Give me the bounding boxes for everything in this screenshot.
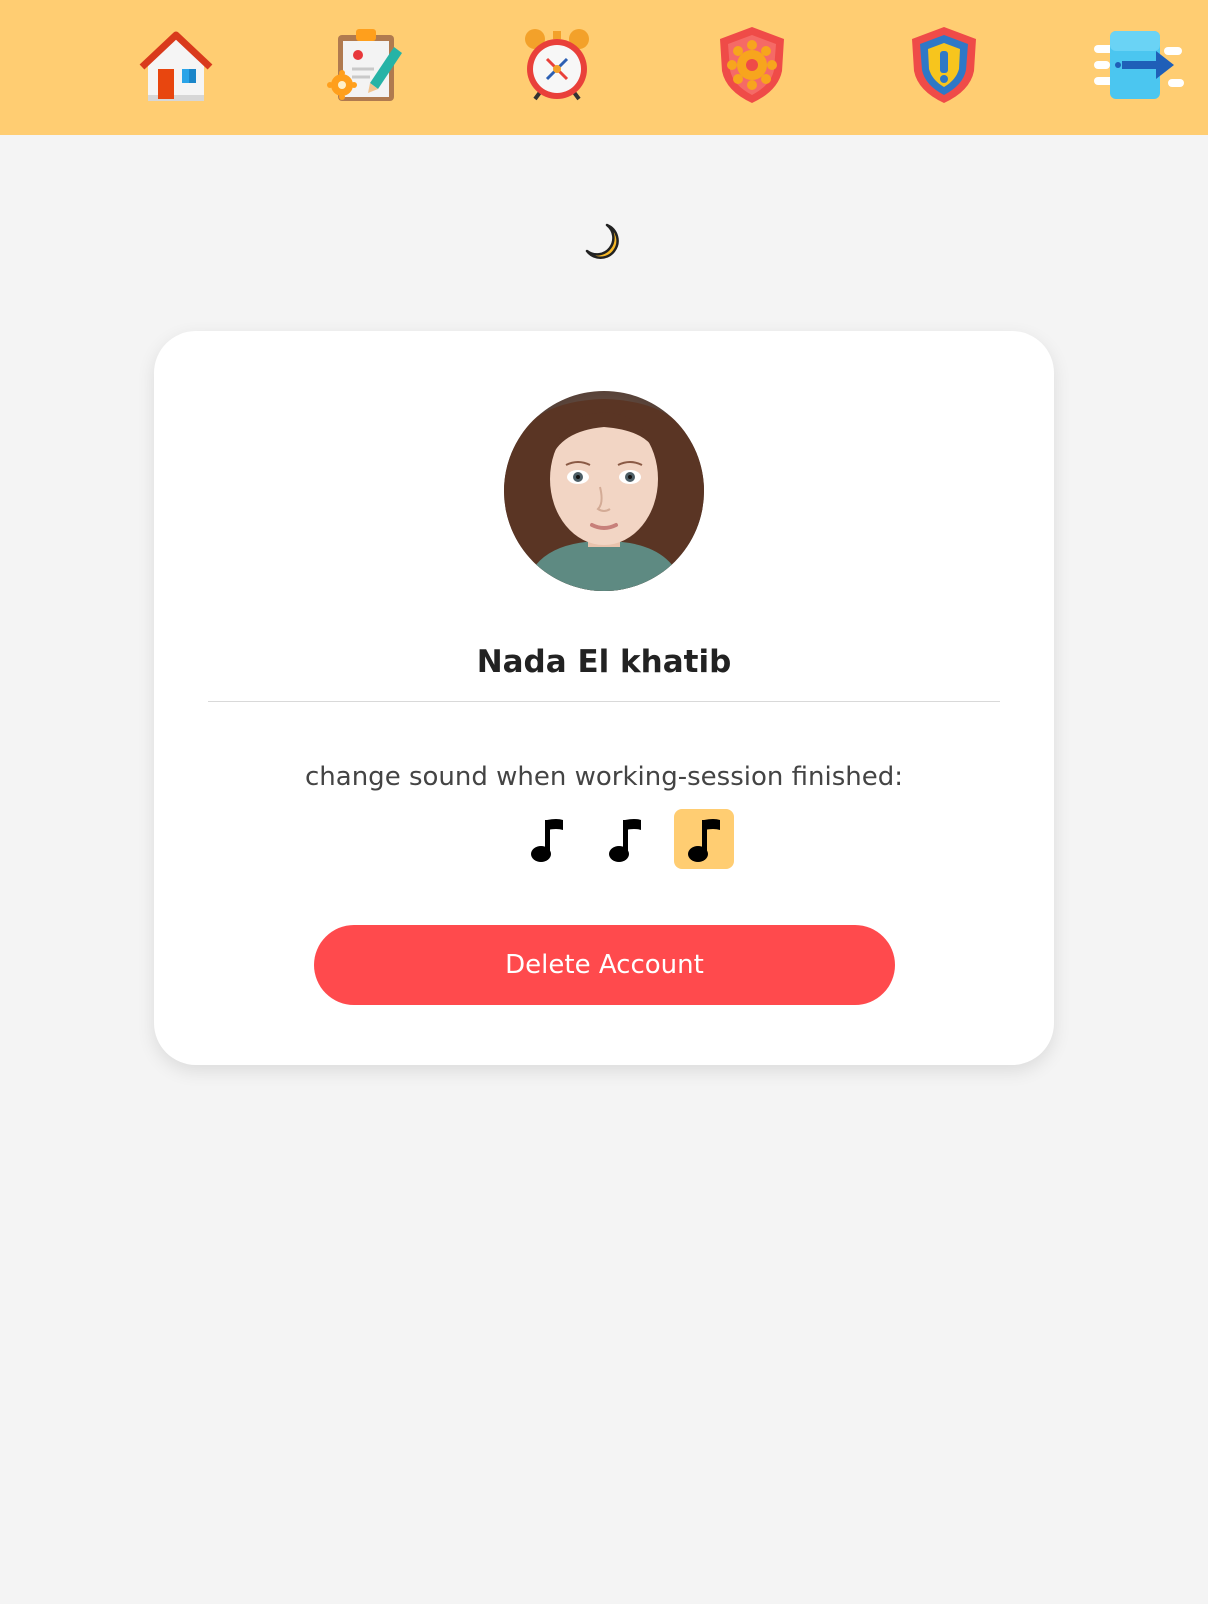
alarm-clock-icon [525,29,589,101]
nav-settings-button[interactable] [704,20,800,110]
logout-arrow-icon [1094,31,1184,99]
shield-gear-icon [720,27,784,103]
music-note-icon [531,819,563,862]
delete-account-button[interactable]: Delete Account [314,925,895,1005]
shield-alert-icon [912,27,976,103]
sound-option-1[interactable] [517,809,577,869]
moon-icon [585,223,619,259]
top-navigation-bar [0,0,1208,135]
nav-logout-button[interactable] [1092,20,1188,110]
nav-timer-button[interactable] [509,20,605,110]
sound-option-2[interactable] [595,809,655,869]
profile-card: Nada El khatib change sound when working… [154,331,1054,1065]
nav-home-button[interactable] [128,20,224,110]
clipboard-settings-icon [327,29,402,101]
avatar [504,391,704,591]
sound-option-3[interactable] [674,809,734,869]
theme-toggle-button[interactable] [581,221,625,265]
nav-tasks-button[interactable] [316,20,412,110]
home-icon [139,31,213,101]
user-name: Nada El khatib [476,644,732,680]
music-note-icon [609,819,641,862]
nav-security-button[interactable] [896,20,992,110]
music-note-icon [688,819,720,862]
divider [208,701,1000,702]
sound-setting-label: change sound when working-session finish… [305,762,903,792]
